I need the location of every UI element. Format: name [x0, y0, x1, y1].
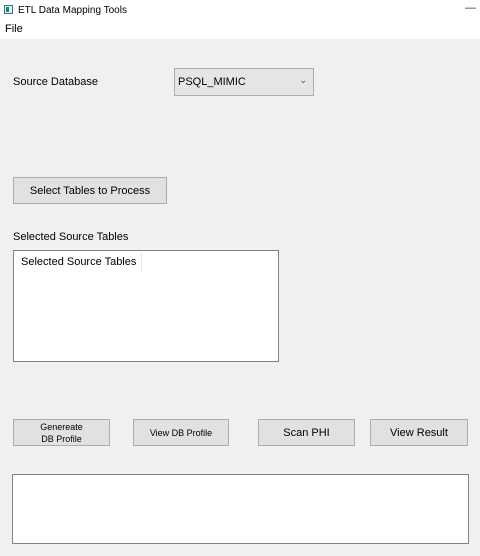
menu-bar: File — [0, 22, 480, 39]
title-bar: ETL Data Mapping Tools — — [0, 0, 480, 22]
generate-button-line2: DB Profile — [41, 433, 82, 444]
selected-source-tables-label: Selected Source Tables — [13, 231, 129, 243]
selected-tables-list[interactable]: Selected Source Tables — [13, 250, 279, 362]
chevron-down-icon: ⌄ — [299, 75, 307, 85]
app-window-icon — [4, 5, 13, 14]
select-tables-button[interactable]: Select Tables to Process — [13, 177, 167, 204]
generate-db-profile-button[interactable]: Genereate DB Profile — [13, 419, 110, 446]
minimize-button[interactable]: — — [465, 2, 476, 14]
generate-button-line1: Genereate — [40, 421, 83, 432]
view-result-button[interactable]: View Result — [370, 419, 468, 446]
source-database-select[interactable]: PSQL_MIMIC ⌄ — [174, 68, 314, 96]
view-db-profile-button[interactable]: View DB Profile — [133, 419, 229, 446]
list-column-header[interactable]: Selected Source Tables — [16, 253, 143, 272]
window-title: ETL Data Mapping Tools — [18, 5, 127, 16]
scan-phi-button[interactable]: Scan PHI — [258, 419, 355, 446]
source-database-label: Source Database — [13, 76, 98, 88]
output-text-area[interactable] — [12, 474, 469, 544]
source-database-value: PSQL_MIMIC — [178, 76, 246, 88]
menu-file[interactable]: File — [5, 23, 23, 35]
